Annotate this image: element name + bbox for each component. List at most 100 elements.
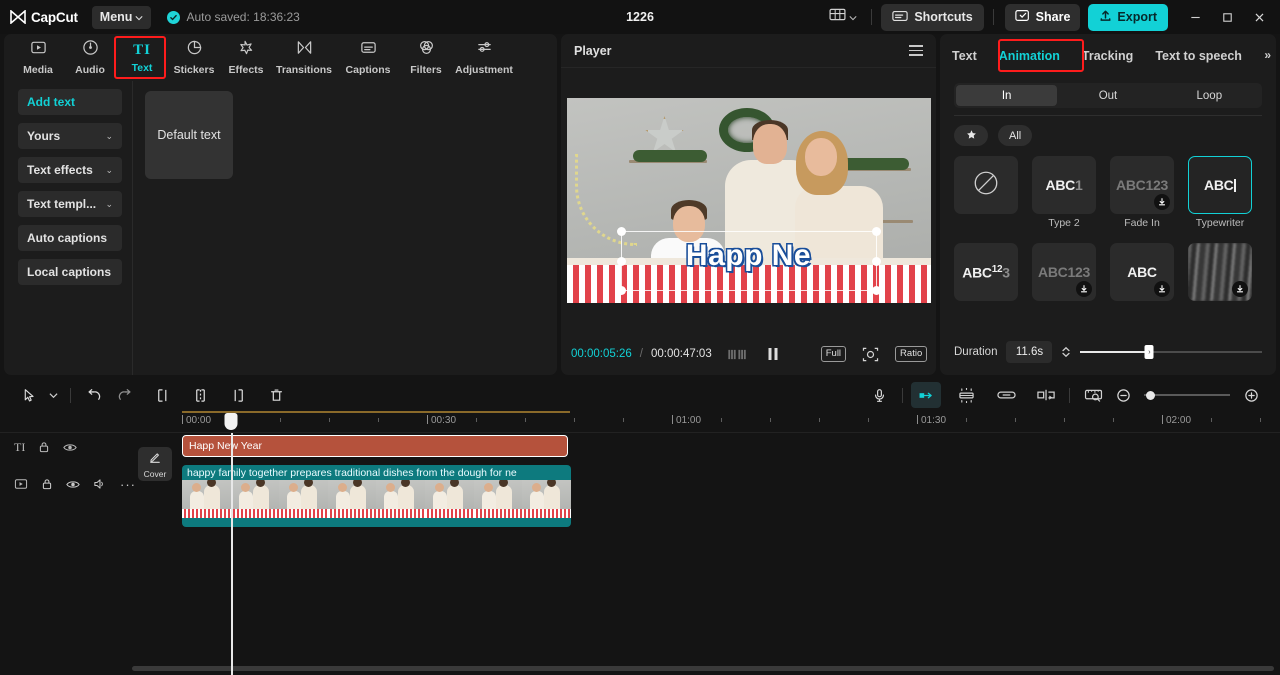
animation-typewriter-thumb[interactable]: ABC: [1188, 156, 1252, 214]
animation-cell[interactable]: [1188, 243, 1252, 304]
animation-cell[interactable]: ABC1 Type 2: [1032, 156, 1096, 229]
resize-handle[interactable]: [616, 256, 626, 266]
animation-cell[interactable]: ABC123: [954, 243, 1018, 304]
minimize-button[interactable]: [1180, 2, 1210, 32]
timeline-ruler[interactable]: 00:00 00:30 01:00 01:30 02:00: [0, 411, 1280, 433]
nav-text-effects[interactable]: Text effects ⌄: [18, 157, 122, 183]
segment-out[interactable]: Out: [1057, 85, 1158, 106]
tabs-overflow-icon[interactable]: »: [1264, 48, 1271, 62]
share-button[interactable]: Share: [1004, 3, 1081, 31]
tab-transitions[interactable]: Transitions: [272, 36, 336, 79]
duration-value[interactable]: 11.6s: [1006, 341, 1053, 363]
tab-adjustment[interactable]: Adjustment: [452, 36, 516, 79]
download-icon[interactable]: [1154, 194, 1170, 210]
nav-add-text[interactable]: Add text: [18, 89, 122, 115]
frame-step-icon[interactable]: [728, 349, 747, 360]
split-left-button[interactable]: [147, 382, 177, 408]
preview-render-button[interactable]: [1078, 382, 1108, 408]
shortcuts-button[interactable]: Shortcuts: [881, 3, 984, 31]
favorites-filter-button[interactable]: [954, 125, 988, 146]
filter-all[interactable]: All: [998, 125, 1033, 146]
tab-text-to-speech[interactable]: Text to speech: [1155, 49, 1242, 63]
auto-cut-button[interactable]: [1031, 382, 1061, 408]
segment-in[interactable]: In: [956, 85, 1058, 106]
zoom-in-button[interactable]: [1236, 382, 1266, 408]
nav-text-templates[interactable]: Text templ... ⌄: [18, 191, 122, 217]
tab-stickers[interactable]: Stickers: [168, 36, 220, 79]
resize-handle[interactable]: [616, 227, 626, 236]
speed-ramp-button[interactable]: [911, 382, 941, 408]
animation-cell[interactable]: [954, 156, 1018, 229]
layout-switch-button[interactable]: [824, 4, 862, 30]
tab-text-properties[interactable]: Text: [952, 49, 977, 63]
animation-type2-thumb[interactable]: ABC1: [1032, 156, 1096, 214]
timeline-zoom-slider[interactable]: [1144, 388, 1230, 402]
player-menu-icon[interactable]: [909, 45, 923, 56]
video-clip[interactable]: happy family together prepares tradition…: [182, 465, 571, 527]
download-icon[interactable]: [1232, 281, 1248, 297]
animation-fadein-thumb[interactable]: ABC123: [1110, 156, 1174, 214]
playhead-line[interactable]: [231, 433, 233, 675]
record-voiceover-button[interactable]: [864, 382, 894, 408]
resize-handle[interactable]: [871, 256, 881, 266]
tab-animation[interactable]: Animation: [999, 49, 1060, 63]
tab-audio[interactable]: Audio: [64, 36, 116, 79]
nav-auto-captions[interactable]: Auto captions: [18, 225, 122, 251]
resize-handle[interactable]: [871, 227, 881, 236]
pause-button[interactable]: [767, 347, 779, 361]
maximize-button[interactable]: [1212, 2, 1242, 32]
tab-text[interactable]: TI Text: [116, 39, 168, 77]
ratio-button[interactable]: Ratio: [895, 346, 928, 362]
video-preview[interactable]: Happ Ne: [566, 98, 931, 303]
nav-yours[interactable]: Yours ⌄: [18, 123, 122, 149]
download-icon[interactable]: [1154, 281, 1170, 297]
tab-tracking[interactable]: Tracking: [1082, 49, 1133, 63]
magnet-snap-button[interactable]: [951, 382, 981, 408]
eye-icon[interactable]: [66, 479, 80, 490]
export-button[interactable]: Export: [1088, 3, 1168, 31]
segment-loop[interactable]: Loop: [1159, 85, 1260, 106]
nav-local-captions[interactable]: Local captions: [18, 259, 122, 285]
select-tool-dropdown[interactable]: [44, 382, 62, 408]
cover-button[interactable]: Cover: [138, 447, 172, 481]
download-icon[interactable]: [1076, 281, 1092, 297]
lock-icon[interactable]: [41, 478, 53, 490]
animation-cell[interactable]: ABC Typewriter: [1188, 156, 1252, 229]
close-button[interactable]: [1244, 2, 1274, 32]
animation-cell[interactable]: ABC: [1110, 243, 1174, 304]
animation-preset-7-thumb[interactable]: ABC: [1110, 243, 1174, 301]
resize-handle[interactable]: [871, 286, 881, 295]
tab-filters[interactable]: Filters: [400, 36, 452, 79]
duration-slider[interactable]: ›: [1080, 345, 1262, 359]
select-tool-button[interactable]: [14, 382, 44, 408]
text-clip[interactable]: Happ New Year: [182, 435, 568, 457]
delete-button[interactable]: [261, 382, 291, 408]
text-selection-box[interactable]: [616, 227, 881, 295]
animation-preset-8-thumb[interactable]: [1188, 243, 1252, 301]
default-text-card[interactable]: Default text: [145, 91, 233, 179]
undo-button[interactable]: [79, 382, 109, 408]
tab-media[interactable]: Media: [12, 36, 64, 79]
playhead-handle[interactable]: [224, 413, 238, 430]
tab-effects[interactable]: Effects: [220, 36, 272, 79]
link-clips-button[interactable]: [991, 382, 1021, 408]
split-button[interactable]: [185, 382, 215, 408]
eye-icon[interactable]: [63, 442, 78, 453]
split-right-button[interactable]: [223, 382, 253, 408]
tab-captions[interactable]: Captions: [336, 36, 400, 79]
slider-knob[interactable]: ›: [1144, 345, 1154, 359]
animation-cell[interactable]: ABC123: [1032, 243, 1096, 304]
duration-stepper[interactable]: [1061, 346, 1071, 358]
slider-knob[interactable]: [1146, 390, 1155, 400]
more-options-icon[interactable]: ···: [120, 477, 136, 492]
timeline-horizontal-scrollbar[interactable]: [132, 666, 1274, 671]
redo-button[interactable]: [109, 382, 139, 408]
animation-preset-6-thumb[interactable]: ABC123: [1032, 243, 1096, 301]
animation-cell[interactable]: ABC123 Fade In: [1110, 156, 1174, 229]
animation-none-thumb[interactable]: [954, 156, 1018, 214]
zoom-out-button[interactable]: [1108, 382, 1138, 408]
menu-button[interactable]: Menu: [91, 5, 152, 29]
full-screen-scale-button[interactable]: Full: [820, 346, 847, 362]
speaker-icon[interactable]: [93, 478, 107, 490]
resize-handle[interactable]: [616, 286, 626, 295]
